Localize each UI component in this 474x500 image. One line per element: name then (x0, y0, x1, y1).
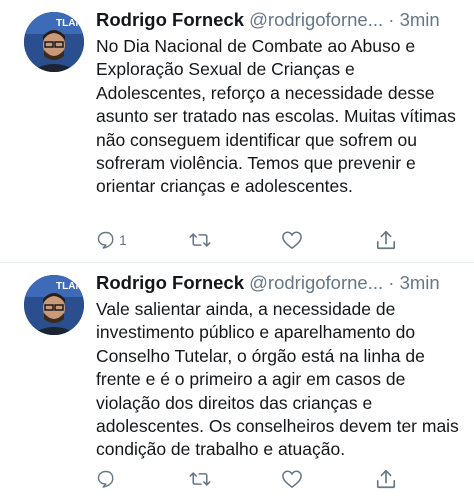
share-button[interactable] (375, 467, 397, 491)
avatar[interactable]: TLAM (24, 275, 84, 335)
author-handle[interactable]: @rodrigoforne... (249, 272, 383, 293)
avatar[interactable]: TLAM (24, 12, 84, 72)
reply-button[interactable]: 1 (96, 228, 127, 252)
tweet-text: No Dia Nacional de Combate ao Abuso e Ex… (96, 36, 456, 197)
author-name[interactable]: Rodrigo Forneck (96, 9, 244, 30)
author-name[interactable]: Rodrigo Forneck (96, 272, 244, 293)
share-icon (376, 230, 396, 250)
reply-icon (97, 231, 114, 249)
tweet-header: Rodrigo Forneck @rodrigoforne... · 3min (96, 272, 466, 294)
like-button[interactable] (281, 467, 303, 491)
share-button[interactable] (375, 228, 397, 252)
like-button[interactable] (281, 228, 303, 252)
timestamp[interactable]: 3min (400, 272, 440, 293)
reply-count: 1 (119, 232, 127, 248)
tweet-header: Rodrigo Forneck @rodrigoforne... · 3min (96, 9, 466, 31)
retweet-icon (189, 472, 211, 486)
tweet-text: Vale salientar ainda, a necessidade de i… (96, 299, 459, 460)
like-icon (282, 470, 302, 488)
tweet-actions: 1 (96, 228, 426, 252)
tweet[interactable]: TLAM Rodrigo Forneck @rodrigoforne... · … (0, 263, 474, 500)
separator: · (383, 9, 400, 30)
timestamp[interactable]: 3min (400, 9, 440, 30)
retweet-button[interactable] (189, 228, 211, 252)
avatar-banner-text: TLAM (56, 281, 84, 292)
author-handle[interactable]: @rodrigoforne... (249, 9, 383, 30)
avatar-image: TLAM (24, 275, 84, 335)
tweet-actions (96, 467, 426, 491)
reply-icon (97, 470, 114, 488)
share-icon (376, 469, 396, 489)
separator: · (383, 272, 400, 293)
avatar-image: TLAM (24, 12, 84, 72)
retweet-button[interactable] (189, 467, 211, 491)
reply-button[interactable] (96, 467, 119, 491)
retweet-icon (189, 233, 211, 247)
avatar-banner-text: TLAM (56, 18, 84, 29)
like-icon (282, 231, 302, 249)
tweet[interactable]: TLAM Rodrigo Forneck @rodrigoforne... · … (0, 0, 474, 263)
